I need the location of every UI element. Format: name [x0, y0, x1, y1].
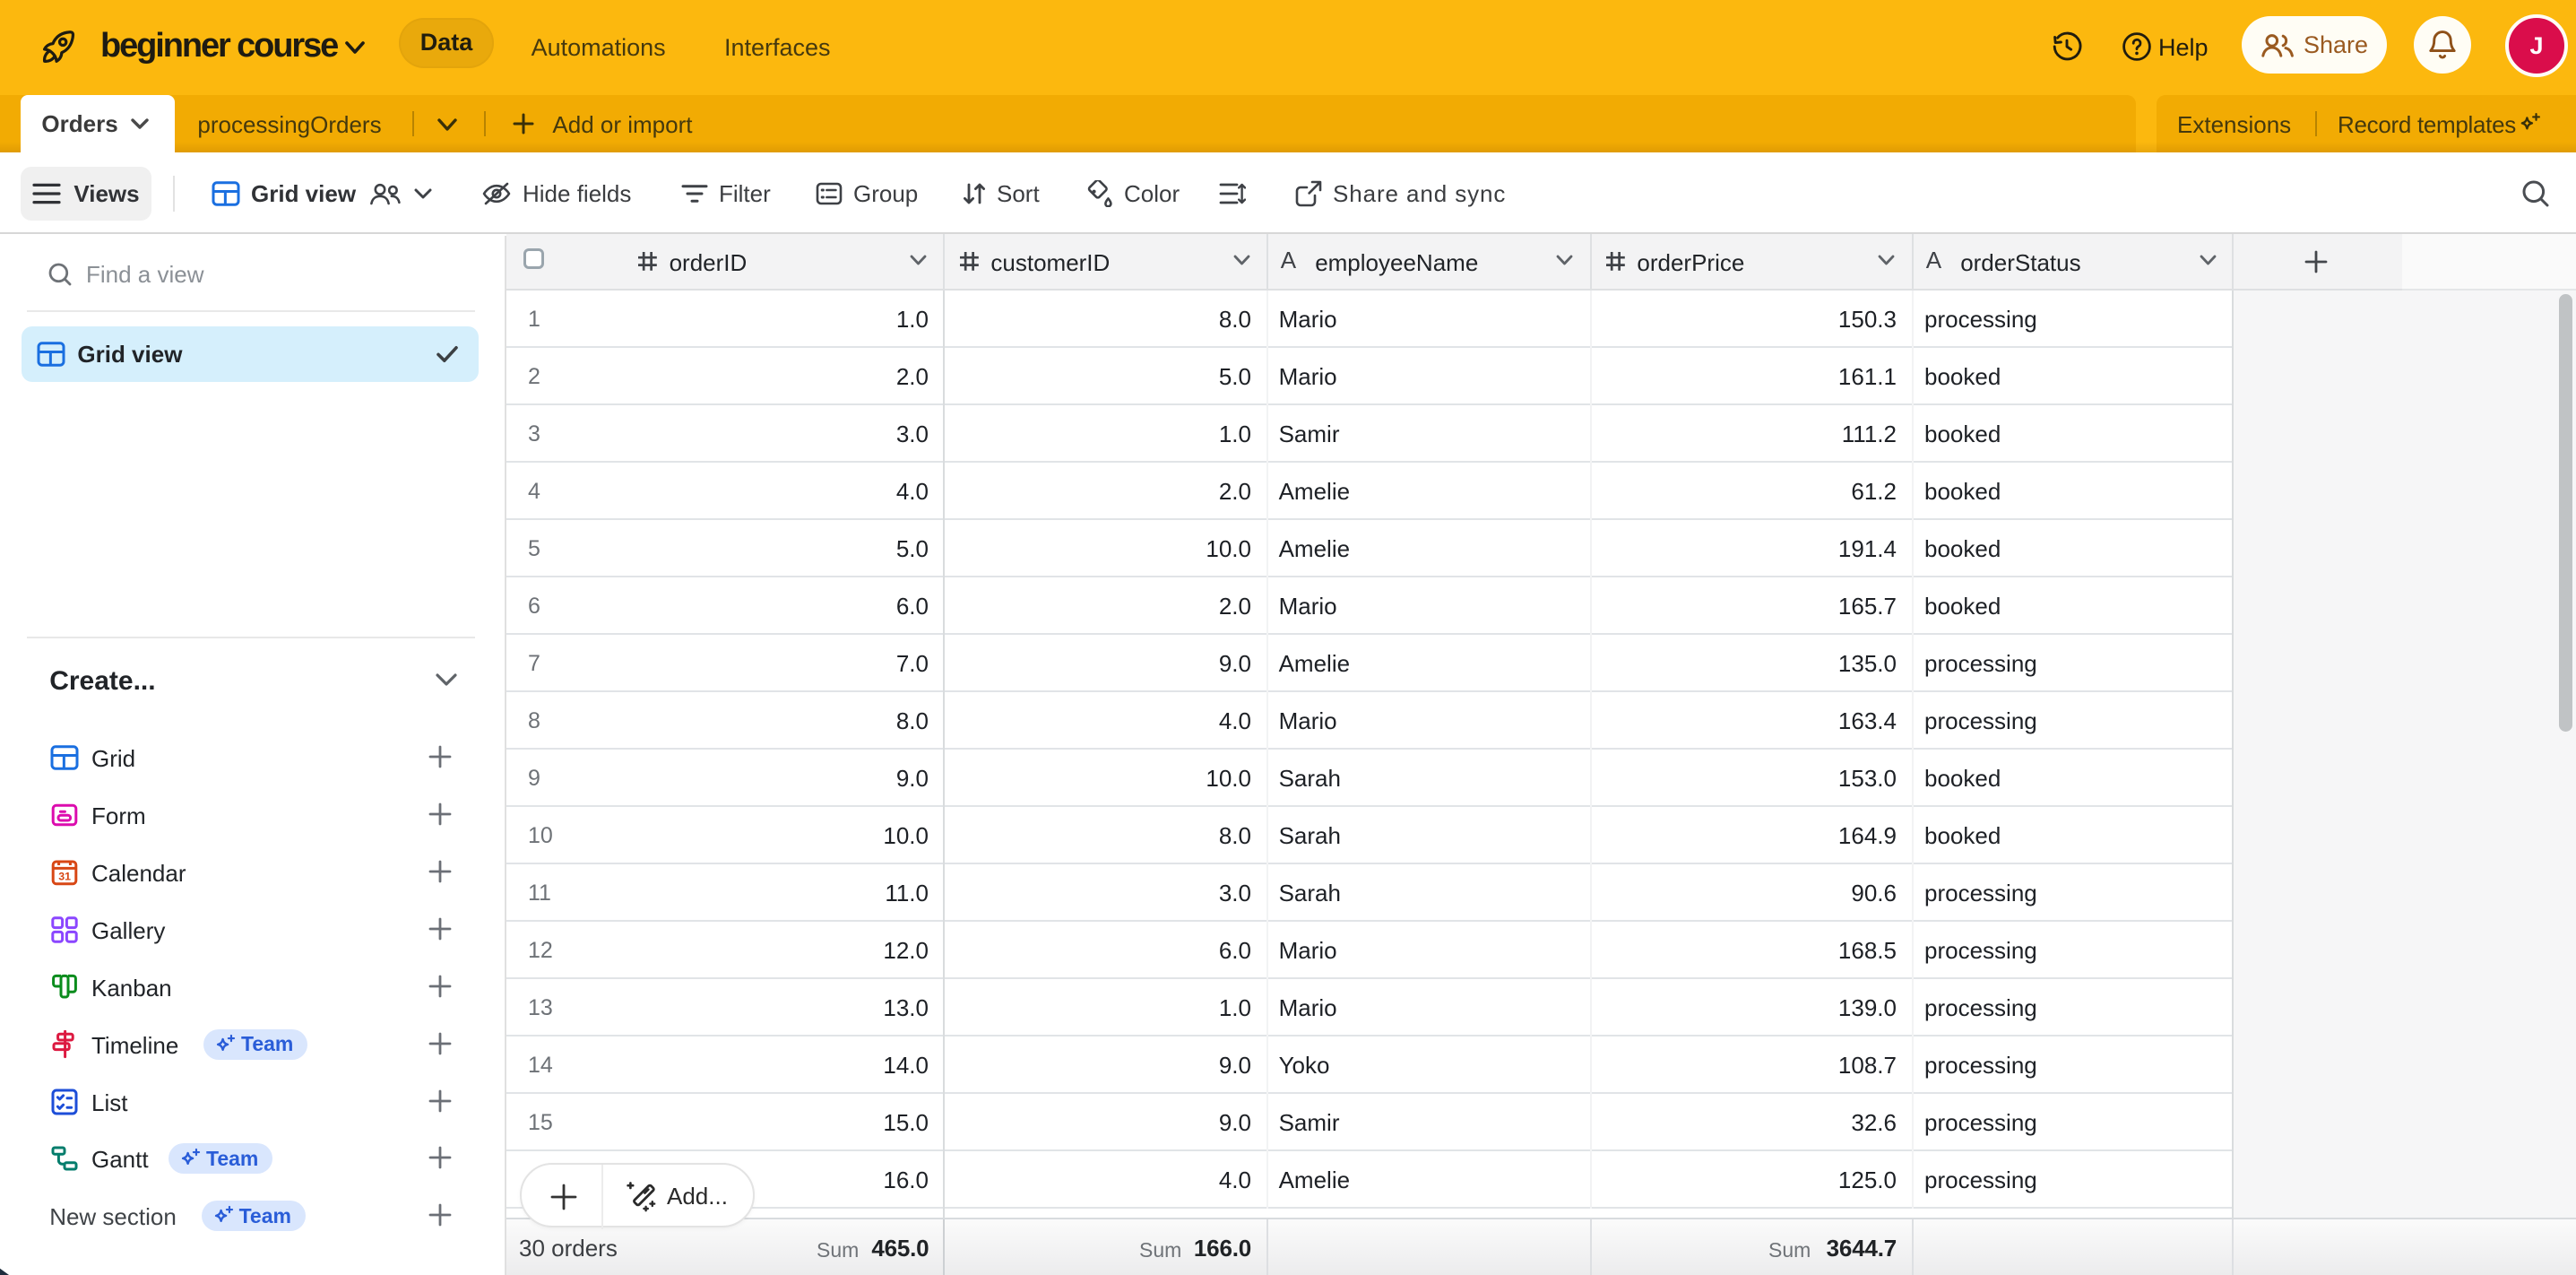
svg-text:31: 31	[58, 871, 71, 883]
